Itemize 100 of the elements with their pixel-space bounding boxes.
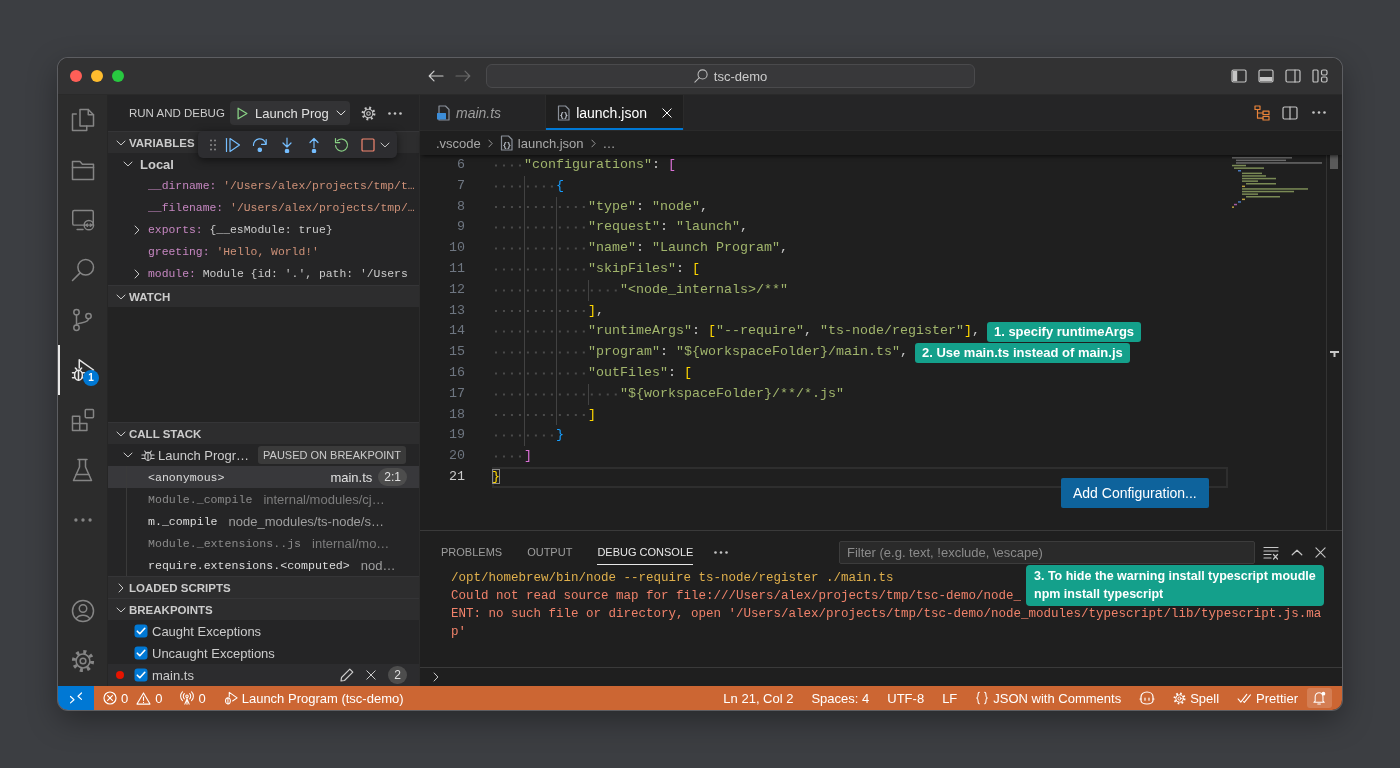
breakpoint-item[interactable]: main.ts 2 [108, 664, 419, 686]
code-line: ] [492, 404, 596, 426]
close-icon[interactable] [1315, 547, 1326, 558]
settings-icon[interactable] [70, 649, 95, 673]
debug-icon [70, 358, 95, 382]
call-stack-frame[interactable]: Module._compile internal/modules/cj… [108, 488, 419, 510]
remote-button[interactable] [58, 686, 94, 710]
line-number: 17 [448, 384, 466, 403]
line-number: 7 [456, 176, 466, 195]
bug-icon [141, 448, 155, 462]
line-number: 19 [448, 426, 466, 445]
call-stack-frame[interactable]: require.extensions.<computed> nod… [108, 554, 419, 576]
restart-icon[interactable] [333, 136, 349, 153]
console-line: p' [451, 624, 466, 641]
status-bar-item[interactable]: Ln 21, Col 2 [714, 686, 803, 710]
drag-handle-icon[interactable] [210, 138, 216, 151]
launch-configuration-dropdown[interactable]: Launch Prog [230, 101, 350, 125]
split-editor-icon[interactable] [1282, 105, 1298, 120]
scope-item[interactable]: Local [108, 153, 178, 175]
settings-icon[interactable] [361, 105, 376, 121]
clear-console-icon[interactable] [1263, 546, 1279, 560]
line-number: 21 [448, 467, 466, 486]
breakpoint-item[interactable]: Uncaught Exceptions [108, 642, 419, 664]
more-icon[interactable] [714, 551, 729, 554]
panel-tab[interactable]: OUTPUT [527, 540, 573, 565]
position-badge: 2:1 [378, 468, 407, 486]
minimize-window-icon[interactable] [91, 70, 103, 82]
status-bar-item[interactable]: Spell [1164, 686, 1229, 710]
code-line: "program": "${workspaceFolder}/main.ts", [492, 342, 908, 363]
back-arrow-icon[interactable] [428, 70, 444, 82]
status-bar-item[interactable]: 0 0 [94, 686, 172, 710]
play-icon [237, 106, 248, 120]
file-icon [557, 104, 571, 121]
checkbox[interactable] [134, 646, 148, 660]
chevron-down-icon[interactable] [380, 141, 390, 148]
panel-tab[interactable]: PROBLEMS [441, 540, 503, 565]
close-window-icon[interactable] [70, 70, 82, 82]
breakpoint-item[interactable]: Caught Exceptions [108, 620, 419, 642]
chevron-up-icon[interactable] [1291, 549, 1303, 556]
status-bar-item[interactable]: LF [933, 686, 967, 710]
code-line: "runtimeArgs": ["--require", "ts-node/register"], [492, 321, 980, 343]
debug-session-item[interactable]: Launch Progr… PAUSED ON BREAKPOINT [108, 444, 419, 466]
continue-icon[interactable] [225, 136, 241, 153]
activity-bar-item[interactable]: 1 [58, 345, 107, 395]
tree-icon[interactable] [1254, 104, 1270, 121]
status-bar-item[interactable]: Prettier [1228, 686, 1307, 710]
panel-tab[interactable]: DEBUG CONSOLE [597, 540, 694, 565]
breadcrumb-item[interactable]: .vscode [436, 135, 481, 151]
status-bar-item[interactable]: UTF-8 [878, 686, 934, 710]
variable-item[interactable]: exports: {__esModule: true} [108, 219, 419, 241]
command-center-field[interactable]: tsc-demo [486, 64, 975, 88]
edit-icon[interactable] [340, 668, 355, 682]
account-icon[interactable] [70, 599, 95, 623]
callout-label: 3. To hide the warning install typescript moudle npm install typescript [1026, 565, 1324, 606]
variable-item[interactable]: __dirname: '/Users/alex/projects/tmp/t… [108, 175, 419, 197]
variable-item[interactable]: module: Module {id: '.', path: '/Users [108, 263, 419, 285]
status-bar-item[interactable]: Launch Program (tsc-demo) [214, 686, 413, 710]
split-layout-icon[interactable] [1285, 69, 1301, 83]
sidebar-layout-icon[interactable] [1231, 69, 1247, 83]
status-badge: PAUSED ON BREAKPOINT [258, 446, 406, 464]
call-stack-frame[interactable]: m._compile node_modules/ts-node/s… [108, 510, 419, 532]
checkbox[interactable] [134, 668, 148, 682]
step-out-icon[interactable] [308, 136, 320, 153]
gear-icon [1173, 691, 1187, 705]
line-number: 18 [448, 405, 466, 424]
chevron-right-icon [433, 672, 439, 682]
double-check-icon [1237, 692, 1253, 704]
scrollbar-thumb[interactable] [1330, 155, 1338, 169]
status-bar-item[interactable]: JSON with Comments [966, 686, 1131, 710]
breadcrumb-item[interactable]: launch.json [499, 135, 584, 151]
sidebar-title: RUN AND DEBUG [129, 107, 222, 119]
call-stack-frame[interactable]: <anonymous> main.ts 2:1 [108, 466, 419, 488]
step-into-icon[interactable] [281, 136, 293, 153]
status-bar-item[interactable]: Spaces: 4 [802, 686, 879, 710]
maximize-window-icon[interactable] [112, 70, 124, 82]
filter-field[interactable]: Filter (e.g. text, !exclude, \escape) [839, 541, 1255, 564]
breadcrumb-item[interactable]: … [602, 135, 616, 151]
variable-item[interactable]: greeting: 'Hello, World!' [108, 241, 419, 263]
monitor-icon [70, 209, 95, 231]
folder-icon [70, 159, 95, 181]
variable-item[interactable]: __filename: '/Users/alex/projects/tmp/… [108, 197, 419, 219]
add-configuration-button[interactable]: Add Configuration... [1061, 478, 1209, 508]
checkbox[interactable] [134, 624, 148, 638]
panel-layout-icon[interactable] [1258, 69, 1274, 83]
notifications-button[interactable] [1307, 688, 1332, 708]
call-stack-frame[interactable]: Module._extensions..js internal/mo… [108, 532, 419, 554]
branch-icon [72, 308, 93, 332]
robot-icon[interactable] [1139, 691, 1156, 705]
more-icon[interactable] [1312, 111, 1326, 114]
more-icon[interactable] [388, 111, 402, 115]
step-over-icon[interactable] [252, 137, 268, 152]
stop-icon[interactable] [361, 137, 375, 152]
line-badge: 2 [388, 666, 407, 684]
callout-label: 2. Use main.ts instead of main.js [914, 342, 1130, 363]
editor-tab[interactable]: launch.json [546, 95, 684, 130]
close-icon[interactable] [366, 670, 377, 680]
bell-icon [1313, 691, 1326, 705]
status-bar-item[interactable]: 0 [171, 686, 215, 710]
chevron-right-icon [590, 138, 596, 148]
layout-icon[interactable] [1312, 69, 1328, 83]
